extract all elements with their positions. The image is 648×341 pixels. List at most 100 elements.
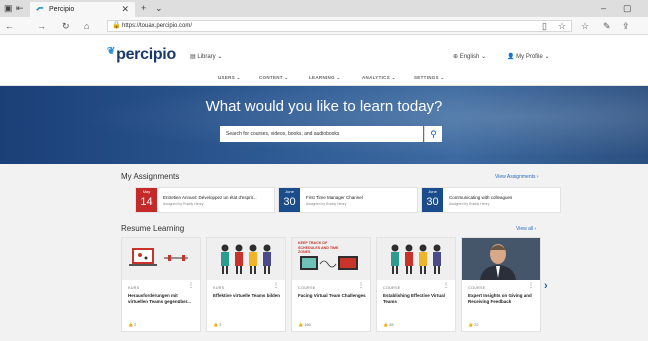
browser-tab[interactable]: Percipio ✕ (30, 2, 135, 17)
course-card[interactable]: KURS ⋮ Effektive virtuelle Teams bilden … (206, 237, 286, 332)
calendar-badge: June 30 (279, 188, 300, 212)
assignment-title: Communicating with colleagues (449, 195, 513, 200)
new-tab-icon[interactable]: + (141, 3, 146, 13)
likes: 👍 3 (213, 322, 221, 327)
menu-settings[interactable]: SETTINGS ⌄ (414, 75, 445, 81)
assignment-card[interactable]: June 30 First Time Manager Channel Assig… (278, 187, 418, 213)
menu-content[interactable]: CONTENT ⌄ (259, 75, 288, 81)
view-all-link[interactable]: View all › (516, 226, 536, 232)
logo-text: percipio (116, 46, 176, 63)
pen-icon[interactable]: ✎ (603, 21, 611, 31)
course-card[interactable]: KEEP TRACK OF SCHEDULES AND TIME ZONES C… (291, 237, 371, 332)
address-bar: ← → ↻ ⌂ 🔒 https://touax.percipio.com/ ▯ … (0, 17, 648, 35)
menu-learning[interactable]: LEARNING ⌄ (309, 75, 341, 81)
assignment-card[interactable]: May 14 Entretien Annuel: Développez un é… (135, 187, 275, 213)
assignment-title: First Time Manager Channel (306, 195, 363, 200)
tab-list-chevron-icon[interactable]: ⌄ (155, 3, 163, 13)
user-icon: 👤 (507, 54, 515, 60)
likes: 👍 22 (468, 322, 479, 327)
course-thumbnail (122, 238, 200, 280)
maximize-icon[interactable]: ▢ (623, 3, 632, 13)
more-options-icon[interactable]: ⋮ (358, 282, 364, 289)
course-title: Expert Insights on Giving and Receiving … (468, 293, 532, 304)
due-day: 30 (283, 196, 296, 208)
tab-title: Percipio (49, 6, 75, 13)
menu-label: USERS (218, 75, 236, 80)
course-card[interactable]: COURSE ⋮ Expert Insights on Giving and R… (461, 237, 541, 332)
likes-count: 22 (474, 322, 479, 327)
course-card[interactable]: COURSE ⋮ Establishing Effective Virtual … (376, 237, 456, 332)
tab-actions-icon[interactable]: ▣ (4, 3, 13, 13)
profile-label: My Profile (516, 54, 543, 60)
more-options-icon[interactable]: ⋮ (273, 282, 279, 289)
minimize-icon[interactable]: – (601, 3, 606, 13)
chevron-down-icon: ⌄ (544, 54, 550, 60)
tab-close-icon[interactable]: ✕ (121, 4, 129, 15)
library-menu[interactable]: ▤ Library ⌄ (190, 53, 222, 60)
view-assignments-label: View Assignments (495, 174, 536, 180)
assignment-assigned-by: Assigned by Ruddy Henry (449, 202, 490, 206)
back-tabs-icon[interactable]: ⇤ (16, 3, 24, 13)
search-button[interactable]: ⚲ (424, 126, 442, 142)
clocks-illustration-icon (300, 256, 358, 270)
library-icon: ▤ (190, 54, 196, 60)
refresh-icon[interactable]: ↻ (62, 21, 70, 31)
back-icon[interactable]: ← (5, 21, 14, 31)
thumbs-up-icon: 👍 (468, 322, 473, 327)
more-options-icon[interactable]: ⋮ (528, 282, 534, 289)
favorites-list-icon[interactable]: ☆ (581, 21, 589, 31)
course-thumbnail: KEEP TRACK OF SCHEDULES AND TIME ZONES (292, 238, 370, 280)
search-input[interactable]: Search for courses, videos, books, and a… (220, 126, 423, 142)
percipio-logo[interactable]: ❦percipio (107, 46, 176, 64)
likes-count: 3 (219, 322, 222, 327)
thumbs-up-icon: 👍 (298, 322, 303, 327)
chevron-down-icon: ⌄ (217, 54, 223, 60)
share-icon[interactable]: ⇪ (622, 21, 630, 31)
url-field[interactable]: 🔒 https://touax.percipio.com/ (107, 20, 572, 32)
course-title: Herausforderungen mit virtuellen Teams g… (128, 293, 191, 304)
view-assignments-link[interactable]: View Assignments › (495, 174, 539, 180)
thumbs-up-icon: 👍 (383, 322, 388, 327)
assignment-assigned-by: Assigned by Ruddy Henry (163, 202, 204, 206)
percipio-favicon-icon (36, 7, 44, 11)
carousel-next-chevron-icon[interactable]: › (544, 280, 548, 292)
library-label: Library (197, 54, 216, 60)
likes: 👍 38 (383, 322, 394, 327)
assignment-title: Entretien Annuel: Développez un état d'e… (163, 195, 257, 200)
browser-tab-bar: ▣ ⇤ Percipio ✕ + ⌄ – ▢ (0, 0, 648, 17)
profile-menu[interactable]: 👤 My Profile ⌄ (507, 53, 550, 60)
lock-icon: 🔒 (112, 22, 121, 29)
assignment-assigned-by: Assigned by Ruddy Henry (306, 202, 347, 206)
people-illustration-icon (221, 244, 271, 274)
more-options-icon[interactable]: ⋮ (188, 282, 194, 289)
laptop-illustration-icon (129, 248, 188, 266)
calendar-badge: May 14 (136, 188, 157, 212)
search-icon: ⚲ (430, 129, 437, 139)
likes-count: 166 (304, 322, 311, 327)
menu-label: CONTENT (259, 75, 283, 80)
hero-title: What would you like to learn today? (205, 98, 443, 115)
likes-count: 38 (389, 322, 394, 327)
presenter-photo-icon (462, 238, 540, 280)
language-selector[interactable]: ⊕ English ⌄ (453, 53, 486, 60)
globe-icon: ⊕ (453, 54, 459, 60)
url-text: https://touax.percipio.com/ (122, 23, 193, 29)
more-options-icon[interactable]: ⋮ (443, 282, 449, 289)
home-icon[interactable]: ⌂ (84, 21, 89, 31)
due-month: June (428, 189, 437, 194)
menu-label: SETTINGS (414, 75, 439, 80)
reading-view-icon[interactable]: ▯ (542, 21, 547, 31)
assignments-heading: My Assignments (121, 172, 180, 181)
due-day: 30 (426, 196, 439, 208)
favorite-star-icon[interactable]: ☆ (558, 21, 566, 31)
course-title: Effektive virtuelle Teams bilden (213, 293, 280, 298)
likes-count: 2 (134, 322, 137, 327)
forward-icon[interactable]: → (37, 21, 46, 31)
menu-users[interactable]: USERS ⌄ (218, 75, 241, 81)
menu-analytics[interactable]: ANALYTICS ⌄ (362, 75, 396, 81)
content-type-label: COURSE (298, 286, 316, 290)
logo-mark-icon: ❦ (107, 46, 116, 57)
course-card[interactable]: KURS ⋮ Herausforderungen mit virtuellen … (121, 237, 201, 332)
assignment-card[interactable]: June 30 Communicating with colleagues As… (421, 187, 561, 213)
course-thumbnail (377, 238, 455, 280)
